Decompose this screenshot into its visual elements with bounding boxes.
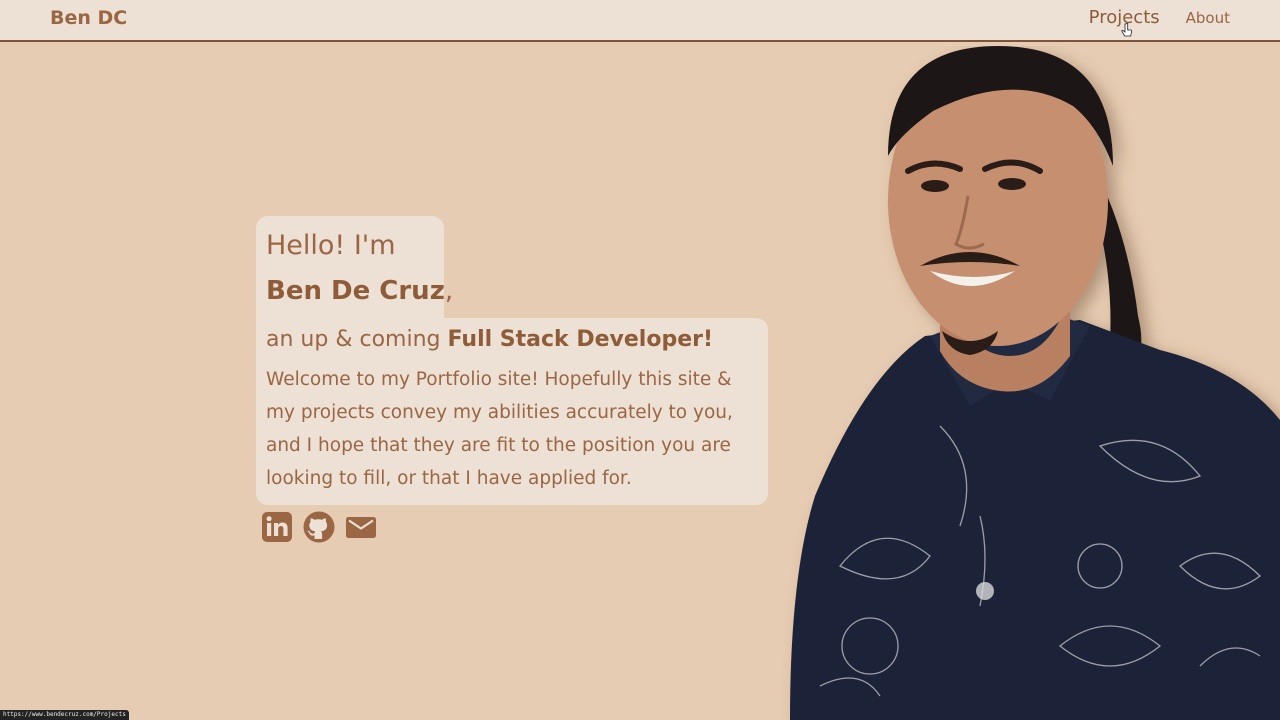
brand-link[interactable]: Ben DC (50, 7, 127, 29)
name-heading: Ben De Cruz, (266, 276, 453, 306)
github-link[interactable] (302, 510, 336, 544)
nav-link-about[interactable]: About (1186, 9, 1230, 27)
github-icon (303, 511, 335, 543)
role-prefix: an up & coming (266, 327, 448, 352)
linkedin-icon (262, 512, 292, 542)
profile-photo (790, 46, 1280, 720)
social-links (260, 510, 378, 544)
linkedin-link[interactable] (260, 510, 294, 544)
role-text: Full Stack Developer! (447, 327, 713, 352)
status-bar-url: https://www.bendecruz.com/Projects (0, 710, 129, 720)
email-link[interactable] (344, 510, 378, 544)
welcome-paragraph: Welcome to my Portfolio site! Hopefully … (266, 369, 733, 489)
nav-links: Projects About (1089, 7, 1230, 28)
name-text: Ben De Cruz (266, 276, 445, 306)
mail-icon (346, 517, 376, 538)
pointer-cursor-icon (1121, 23, 1133, 37)
role-line: an up & coming Full Stack Developer! (266, 327, 713, 352)
top-navbar: Ben DC Projects About (0, 0, 1280, 42)
name-suffix: , (444, 276, 454, 306)
greeting-text: Hello! I'm (266, 230, 396, 261)
